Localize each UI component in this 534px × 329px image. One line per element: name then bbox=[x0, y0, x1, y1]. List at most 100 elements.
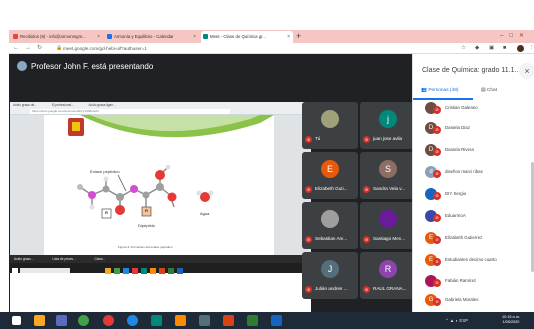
tab-chat[interactable]: ▤ Chat bbox=[481, 88, 497, 93]
close-icon[interactable]: × bbox=[97, 31, 100, 43]
extension-icon-3[interactable]: ■ bbox=[503, 43, 506, 54]
tile-participant[interactable]: J ⊘ Julián andres ... bbox=[302, 252, 358, 299]
screen: Recibidos (8) - info@armonmgm... × Armon… bbox=[0, 0, 534, 329]
figure-caption: Figura 3. Formación del enlace peptídico… bbox=[118, 245, 174, 249]
school-logo-inner bbox=[72, 122, 80, 131]
network-icon: ▲ bbox=[449, 318, 455, 323]
people-icon: 👥 bbox=[421, 88, 427, 93]
tile-name: Elizabeth Guti... bbox=[315, 186, 348, 191]
clock-date: 1/05/2020 bbox=[502, 320, 520, 324]
person-name: Fabián Ramírez bbox=[445, 278, 477, 283]
tile-name: Sebastian Am... bbox=[315, 236, 348, 241]
shared-tab: Acido graso de... bbox=[13, 103, 37, 107]
label-dipeptide: Dipéptido bbox=[138, 223, 155, 228]
file-explorer-icon[interactable] bbox=[34, 315, 45, 326]
mic-off-icon: ⊘ bbox=[433, 214, 441, 222]
chrome-icon[interactable] bbox=[78, 315, 89, 326]
url-text: meet.google.com/gd-hebi-uif?authuser=1 bbox=[63, 46, 147, 51]
close-icon[interactable]: × bbox=[287, 31, 290, 43]
tile-name: Sandra Vela v... bbox=[373, 186, 406, 191]
minimize-icon[interactable]: – bbox=[500, 33, 509, 39]
chrome-icon-2[interactable] bbox=[103, 315, 114, 326]
shared-screen[interactable]: Acido graso de... El profesional... Acid… bbox=[10, 102, 311, 328]
excel-icon[interactable] bbox=[247, 315, 258, 326]
presenter-avatar bbox=[17, 61, 27, 71]
os-taskbar: ⌃ ▲ ◐ ESP 10:15 a.m. 1/05/2020 bbox=[0, 312, 534, 329]
avatar bbox=[321, 210, 339, 228]
person-name: EduarmoA bbox=[445, 213, 466, 218]
address-bar: ← → ↻ 🔒 meet.google.com/gd-hebi-uif?auth… bbox=[9, 43, 534, 54]
volume-icon: ◐ bbox=[455, 318, 459, 323]
list-item[interactable]: E ⊘ Estudiantes decimo cuarto bbox=[425, 254, 525, 269]
app-icon-3[interactable] bbox=[199, 315, 210, 326]
powerpoint-icon[interactable] bbox=[223, 315, 234, 326]
edge-icon[interactable] bbox=[127, 315, 138, 326]
browser-tabbar: Recibidos (8) - info@armonmgm... × Armon… bbox=[9, 30, 534, 43]
tile-participant[interactable]: E ⊘ Elizabeth Guti... bbox=[302, 152, 358, 199]
close-icon[interactable]: × bbox=[519, 63, 534, 79]
new-tab-button[interactable]: + bbox=[296, 30, 301, 43]
avatar: R bbox=[379, 260, 397, 278]
tile-participant[interactable]: j ⊘ juan jose avila bbox=[360, 102, 416, 149]
shared-browser-chrome: Acido graso de... El profesional... Acid… bbox=[10, 102, 311, 115]
list-item[interactable]: d ⊘ diseños marci ribas bbox=[425, 166, 525, 181]
tab-chat-label: Chat bbox=[486, 88, 498, 93]
app-icon-2[interactable] bbox=[175, 315, 186, 326]
person-name: Cristian Galeano bbox=[445, 105, 478, 110]
menu-icon[interactable]: ⋮ bbox=[529, 43, 534, 54]
window-controls: –□✕ bbox=[500, 30, 530, 42]
list-item[interactable]: G ⊘ Gabriela Morales bbox=[425, 294, 525, 309]
person-name: DIY Sergio bbox=[445, 191, 467, 196]
mic-off-icon: ⊘ bbox=[433, 170, 441, 178]
star-icon[interactable]: ☆ bbox=[461, 43, 466, 54]
word-icon[interactable] bbox=[271, 315, 282, 326]
calendar-icon bbox=[107, 34, 112, 39]
mic-off-icon: ⊘ bbox=[363, 136, 370, 143]
mic-off-icon: ⊘ bbox=[433, 126, 441, 134]
tile-name: juan jose avila bbox=[373, 136, 403, 141]
back-icon[interactable]: ← bbox=[13, 43, 19, 54]
tab-label: Recibidos (8) - info@armonmgm... bbox=[20, 34, 86, 39]
reload-icon[interactable]: ↻ bbox=[37, 43, 42, 54]
chevron-up-icon: ⌃ bbox=[445, 318, 449, 323]
mic-off-icon: ⊘ bbox=[433, 279, 441, 287]
forward-icon[interactable]: → bbox=[25, 43, 31, 54]
person-name: diseños marci ribas bbox=[445, 169, 483, 174]
url-field[interactable]: 🔒 meet.google.com/gd-hebi-uif?authuser=1 bbox=[56, 44, 446, 53]
extension-icon[interactable]: ◆ bbox=[475, 43, 479, 54]
tile-participant[interactable]: R ⊘ RAUL GRANA... bbox=[360, 252, 416, 299]
list-item[interactable]: D ⊘ Daniela Diaz bbox=[425, 122, 525, 137]
label-peptide-bond: Enlace peptídico bbox=[90, 169, 120, 174]
list-item[interactable]: D ⊘ Daniela Rivera bbox=[425, 144, 525, 159]
tile-participant[interactable]: ⊘ Santiago Men... bbox=[360, 202, 416, 249]
tile-name: Santiago Men... bbox=[373, 236, 406, 241]
tab-meet[interactable]: Meet - Clase de Química gr... × bbox=[201, 31, 293, 43]
shared-taskbar-item: Clase... bbox=[94, 257, 106, 261]
list-item[interactable]: ⊘ Fabián Ramírez bbox=[425, 275, 525, 290]
list-item[interactable]: ⊘ Cristian Galeano bbox=[425, 102, 525, 117]
list-item[interactable]: ⊘ EduarmoA bbox=[425, 210, 525, 225]
photos-icon[interactable] bbox=[56, 315, 67, 326]
close-window-icon[interactable]: ✕ bbox=[519, 33, 530, 39]
system-tray[interactable]: ⌃ ▲ ◐ ESP bbox=[445, 312, 468, 329]
app-icon[interactable] bbox=[151, 315, 162, 326]
tile-participant[interactable]: ⊘ Sebastian Am... bbox=[302, 202, 358, 249]
list-item[interactable]: ⊘ DIY Sergio bbox=[425, 188, 525, 203]
tile-participant[interactable]: S ⊘ Sandra Vela v... bbox=[360, 152, 416, 199]
list-item[interactable]: E ⊘ Elizabeth Gutierrez bbox=[425, 232, 525, 247]
tab-gmail[interactable]: Recibidos (8) - info@armonmgm... × bbox=[11, 31, 103, 43]
maximize-icon[interactable]: □ bbox=[509, 33, 519, 39]
close-icon[interactable]: × bbox=[193, 31, 196, 43]
peptide-diagram bbox=[68, 115, 274, 219]
shared-tab: Acido grasa ligan... bbox=[88, 103, 116, 107]
extension-icon-2[interactable]: ▣ bbox=[489, 43, 494, 54]
tile-you[interactable]: ⊘ Tú bbox=[302, 102, 358, 149]
clock[interactable]: 10:15 a.m. 1/05/2020 bbox=[502, 315, 520, 325]
tab-people[interactable]: 👥 Personas (48) bbox=[421, 88, 458, 93]
shared-download-strip: Acido graso... Lista de peces... Clase..… bbox=[10, 255, 311, 263]
avatar[interactable] bbox=[517, 45, 524, 52]
windows-start-icon[interactable] bbox=[12, 316, 21, 325]
person-name: Daniela Rivera bbox=[445, 147, 474, 152]
shared-taskbar-icons bbox=[12, 268, 183, 274]
tab-calendar[interactable]: Armonía y Equilibrio - Calendar × bbox=[105, 31, 199, 43]
